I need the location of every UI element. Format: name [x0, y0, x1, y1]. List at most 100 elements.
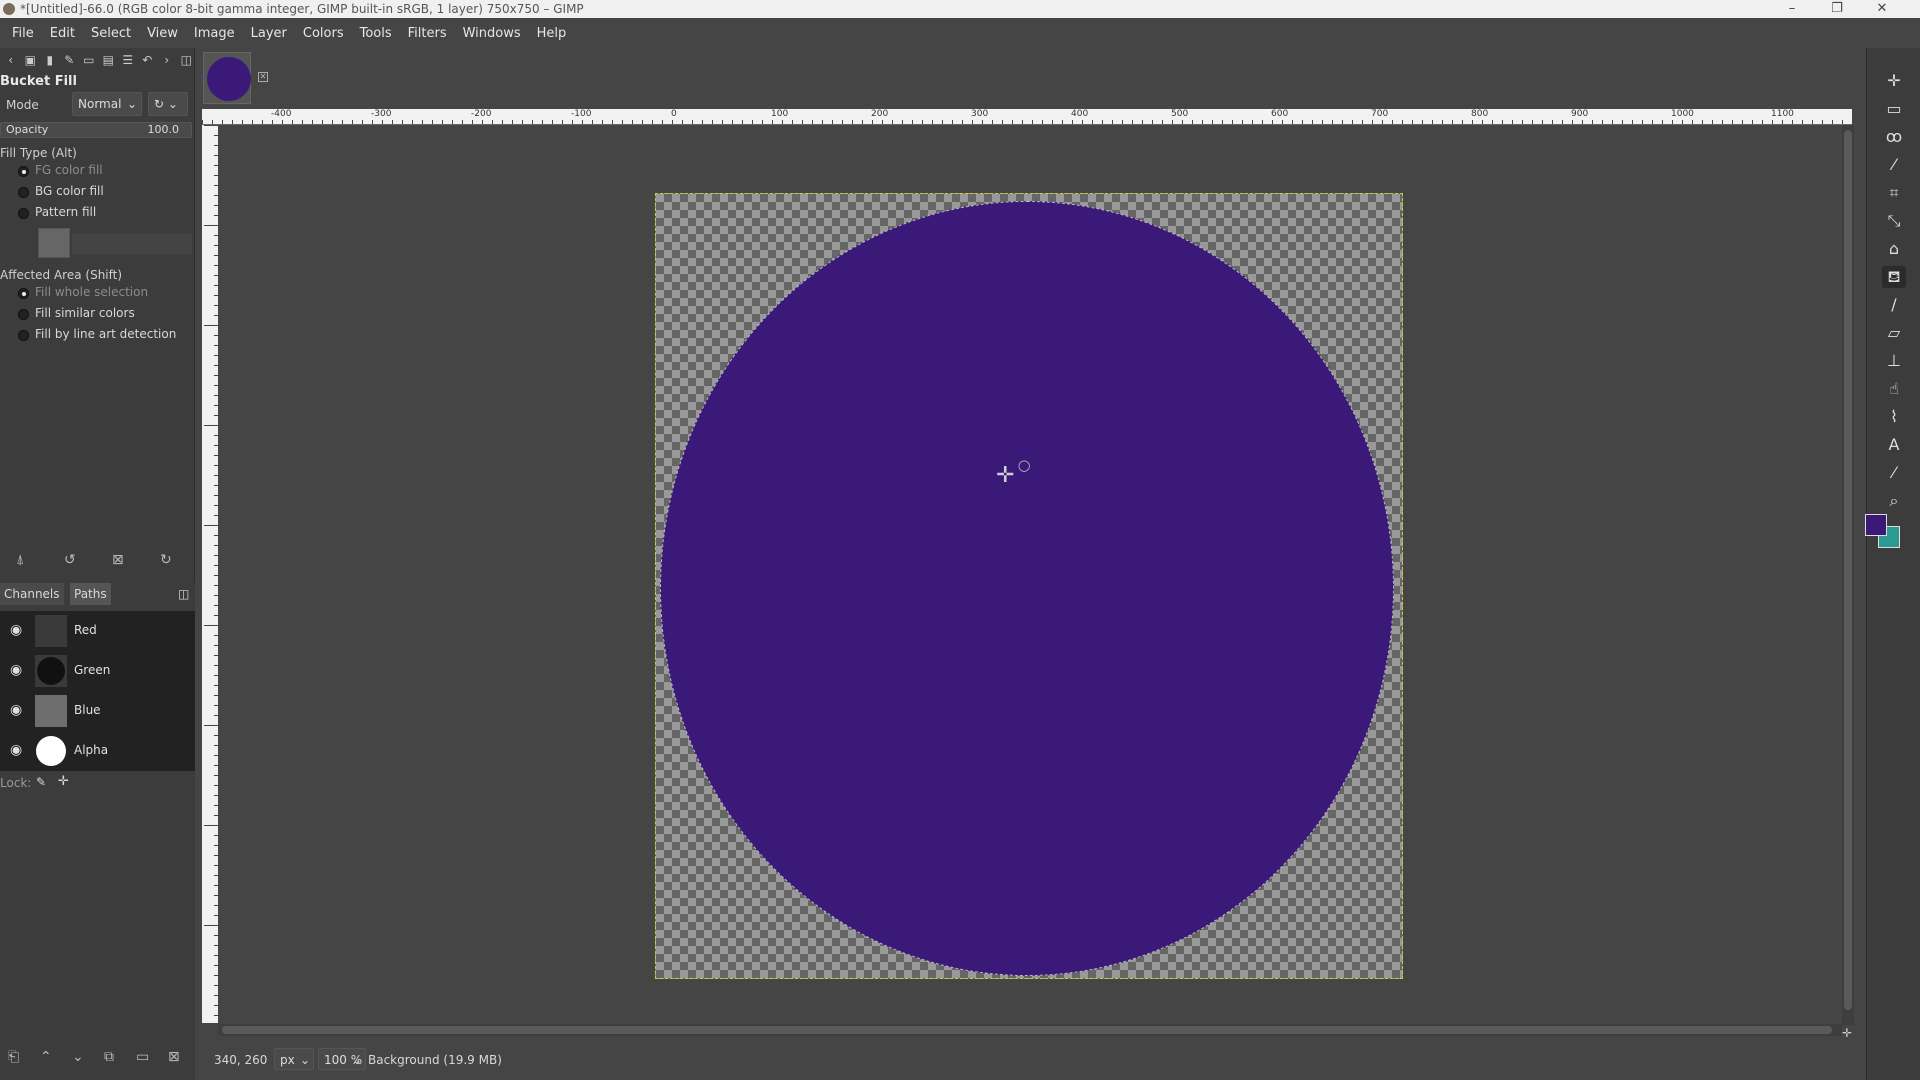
affected-similar-colors-radio[interactable] — [18, 309, 29, 320]
brushes-tab-icon[interactable]: ▮ — [41, 51, 59, 69]
menu-edit[interactable]: Edit — [42, 26, 83, 41]
ruler-tick — [1672, 120, 1673, 124]
eraser-icon[interactable]: ▱ — [1882, 322, 1906, 344]
menu-colors[interactable]: Colors — [295, 26, 352, 41]
lock-label: Lock: — [0, 776, 32, 790]
fuzzy-select-icon[interactable]: ⁄ — [1882, 154, 1906, 176]
bucket-fill-icon[interactable]: ⛾ — [1882, 266, 1906, 288]
warp-icon[interactable]: ⌂ — [1882, 238, 1906, 260]
ruler-tick — [762, 120, 763, 124]
rect-select-icon[interactable]: ▭ — [1882, 98, 1906, 120]
affected-line-art-radio[interactable] — [18, 330, 29, 341]
delete-preset-icon[interactable]: ⊠ — [112, 552, 124, 568]
vertical-scrollbar[interactable] — [1842, 125, 1854, 1025]
duplicate-channel-icon[interactable]: ⧉ — [104, 1049, 114, 1065]
restore-button[interactable]: ❐ — [1815, 0, 1859, 18]
zoom-select[interactable]: 100 % ⌄ — [318, 1048, 366, 1070]
tab-paths[interactable]: Paths — [70, 583, 111, 605]
delete-channel-icon[interactable]: ⊠ — [168, 1049, 180, 1065]
fill-type-bg-radio[interactable] — [18, 187, 29, 198]
transform-icon[interactable]: ⤡ — [1882, 210, 1906, 232]
channel-row-blue[interactable]: ◉ Blue — [0, 691, 195, 731]
lasso-icon[interactable]: ꝏ — [1882, 126, 1906, 148]
save-preset-icon[interactable]: ⍋ — [16, 552, 24, 568]
smudge-icon[interactable]: ☝ — [1882, 378, 1906, 400]
channel-row-alpha[interactable]: ◉ Alpha — [0, 731, 195, 771]
channel-row-red[interactable]: ◉ Red — [0, 611, 195, 651]
ruler-tick — [542, 120, 543, 124]
ruler-label: 200 — [871, 109, 889, 119]
ruler-tick — [1012, 120, 1013, 124]
fill-type-pattern-radio[interactable] — [18, 208, 29, 219]
affected-whole-selection-radio[interactable] — [18, 288, 29, 299]
document-tab-icon[interactable]: ▤ — [100, 51, 118, 69]
mode-reset-button[interactable]: ↻ ⌄ — [148, 92, 188, 116]
fill-type-fg-radio[interactable] — [18, 166, 29, 177]
filled-purple-circle[interactable] — [660, 201, 1394, 976]
reset-options-icon[interactable]: ↻ — [160, 552, 172, 568]
text-icon[interactable]: A — [1882, 434, 1906, 456]
zoom-icon[interactable]: ⌕ — [1882, 490, 1906, 512]
vertical-ruler[interactable] — [202, 125, 218, 1023]
ruler-tick — [204, 325, 218, 326]
channel-row-green[interactable]: ◉ Green — [0, 651, 195, 691]
menu-filters[interactable]: Filters — [400, 26, 455, 41]
scrollbar-thumb[interactable] — [222, 1026, 1832, 1034]
images-tab-icon[interactable]: ▭ — [80, 51, 98, 69]
raise-channel-icon[interactable]: ⌃ — [40, 1049, 52, 1065]
ruler-tick — [1602, 120, 1603, 124]
ruler-label: 0 — [671, 109, 677, 119]
menu-image[interactable]: Image — [186, 26, 243, 41]
navigate-icon[interactable]: ✛ — [1842, 1026, 1852, 1040]
menu-layer[interactable]: Layer — [243, 26, 295, 41]
visibility-eye-icon[interactable]: ◉ — [10, 703, 28, 717]
lower-channel-icon[interactable]: ⌄ — [72, 1049, 84, 1065]
scrollbar-thumb[interactable] — [1844, 130, 1852, 1010]
chevron-left-icon[interactable]: ‹ — [2, 51, 20, 69]
ruler-tick — [992, 120, 993, 124]
lock-position-icon[interactable]: ✛ — [58, 774, 69, 789]
menu-view[interactable]: View — [139, 26, 186, 41]
undo-history-tab-icon[interactable]: ↶ — [139, 51, 157, 69]
menu-windows[interactable]: Windows — [455, 26, 529, 41]
menu-file[interactable]: File — [4, 26, 42, 41]
paths-icon[interactable]: ⌇ — [1882, 406, 1906, 428]
image-tab-thumbnail[interactable] — [203, 52, 251, 104]
layers-tab-icon[interactable]: ☰ — [119, 51, 137, 69]
menu-tools[interactable]: Tools — [352, 26, 400, 41]
restore-preset-icon[interactable]: ↺ — [64, 552, 76, 568]
minimize-button[interactable]: – — [1770, 0, 1814, 18]
tab-channels[interactable]: Channels — [0, 583, 64, 605]
menu-help[interactable]: Help — [529, 26, 575, 41]
visibility-eye-icon[interactable]: ◉ — [10, 623, 28, 637]
ruler-tick — [282, 120, 283, 124]
menu-select[interactable]: Select — [83, 26, 139, 41]
ruler-tick — [582, 120, 583, 124]
dock-menu-icon[interactable]: ◫ — [178, 51, 196, 69]
ruler-tick — [1712, 120, 1713, 124]
new-channel-icon[interactable]: ⎗ — [8, 1049, 19, 1065]
unit-select[interactable]: px ⌄ — [274, 1048, 314, 1070]
paintbrush-icon[interactable]: ∕ — [1882, 294, 1906, 316]
crop-icon[interactable]: ⌗ — [1882, 182, 1906, 204]
ruler-label: -100 — [571, 109, 592, 119]
image-tab-close-icon[interactable]: ✕ — [258, 72, 268, 82]
lock-pixels-icon[interactable]: ✎ — [36, 775, 46, 789]
opacity-slider[interactable]: Opacity 100.0 — [0, 122, 192, 138]
visibility-eye-icon[interactable]: ◉ — [10, 743, 28, 757]
paint-tab-icon[interactable]: ✎ — [61, 51, 79, 69]
chevron-right-icon[interactable]: › — [158, 51, 176, 69]
clone-icon[interactable]: ⊥ — [1882, 350, 1906, 372]
pattern-preview[interactable] — [38, 228, 70, 258]
horizontal-scrollbar[interactable] — [218, 1024, 1842, 1036]
move-icon[interactable]: ✛ — [1882, 70, 1906, 92]
color-picker-icon[interactable]: ⁄ — [1882, 462, 1906, 484]
mode-select[interactable]: Normal ⌄ — [72, 92, 142, 116]
visibility-eye-icon[interactable]: ◉ — [10, 663, 28, 677]
foreground-color-swatch[interactable] — [1865, 514, 1887, 536]
channel-to-selection-icon[interactable]: ▭ — [136, 1049, 149, 1065]
close-button[interactable]: ✕ — [1860, 0, 1904, 18]
panel-menu-icon[interactable]: ◫ — [178, 587, 189, 601]
tool-options-tab-icon[interactable]: ▣ — [22, 51, 40, 69]
horizontal-ruler[interactable]: -400 -300 -200 -100 0 100 200 300 400 500 600 700 80… — [202, 109, 1852, 125]
